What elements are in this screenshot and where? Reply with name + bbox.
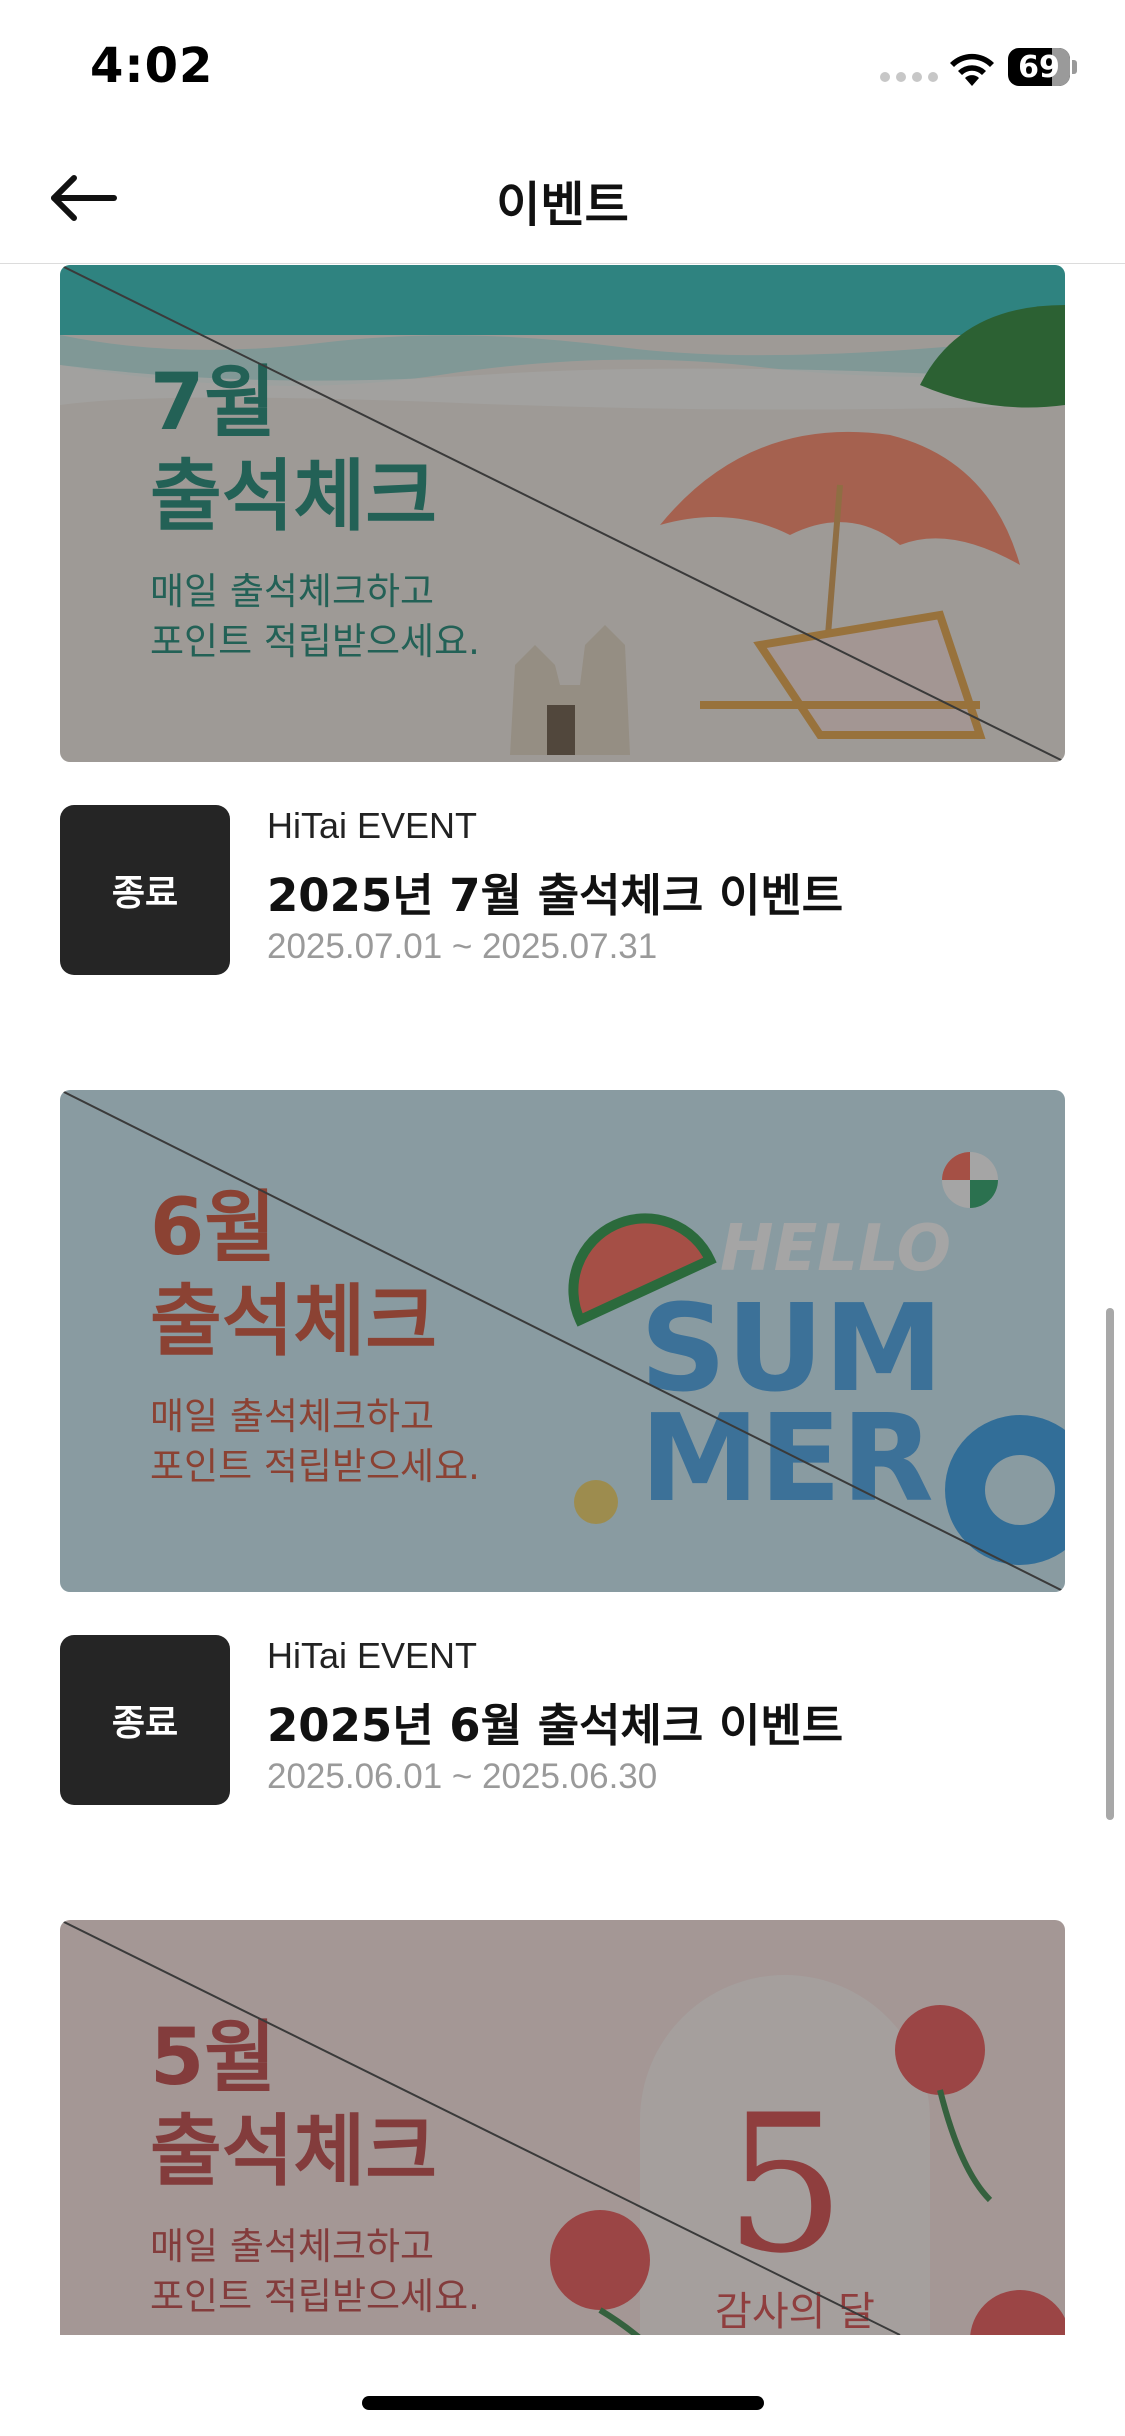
event-organizer: HiTai EVENT (267, 1635, 478, 1676)
nav-bar: 이벤트 (0, 135, 1125, 264)
event-period: 2025.06.01 ~ 2025.06.30 (267, 1757, 658, 1796)
status-badge: 종료 (60, 1635, 230, 1805)
status-time: 4:02 (90, 38, 214, 94)
event-organizer: HiTai EVENT (267, 805, 478, 846)
event-title: 2025년 6월 출석체크 이벤트 (267, 1699, 844, 1752)
event-banner-june[interactable]: HELLO SUM MER 6월 출석체크 매일 출석체크하고 포인트 적립받으… (60, 1090, 1065, 1592)
ended-strikethrough (60, 1920, 901, 2335)
battery-icon: 69 (1008, 48, 1077, 88)
status-bar: 4:02 69 (0, 0, 1125, 135)
scrollbar[interactable] (1106, 1308, 1114, 1820)
event-list[interactable]: 7월 출석체크 매일 출석체크하고 포인트 적립받으세요. 종료 HiTai E… (0, 265, 1125, 2335)
event-period: 2025.07.01 ~ 2025.07.31 (267, 927, 658, 966)
ended-strikethrough (60, 1090, 1065, 1592)
ended-strikethrough (60, 265, 1065, 762)
event-banner-may[interactable]: 5 감사의 달 5월 출석체크 매일 출석체크하고 포인트 적립받으세요. (60, 1920, 1065, 2335)
cellular-signal-icon (880, 72, 938, 82)
status-badge: 종료 (60, 805, 230, 975)
event-banner-july[interactable]: 7월 출석체크 매일 출석체크하고 포인트 적립받으세요. (60, 265, 1065, 762)
event-title: 2025년 7월 출석체크 이벤트 (267, 869, 844, 922)
battery-level: 69 (1018, 50, 1060, 85)
page-title: 이벤트 (496, 177, 629, 233)
home-indicator[interactable] (362, 2396, 764, 2410)
wifi-icon (950, 53, 994, 86)
event-card-june[interactable]: 종료 HiTai EVENT 2025년 6월 출석체크 이벤트 2025.06… (60, 1635, 1065, 1807)
event-card-july[interactable]: 종료 HiTai EVENT 2025년 7월 출석체크 이벤트 2025.07… (60, 805, 1065, 977)
